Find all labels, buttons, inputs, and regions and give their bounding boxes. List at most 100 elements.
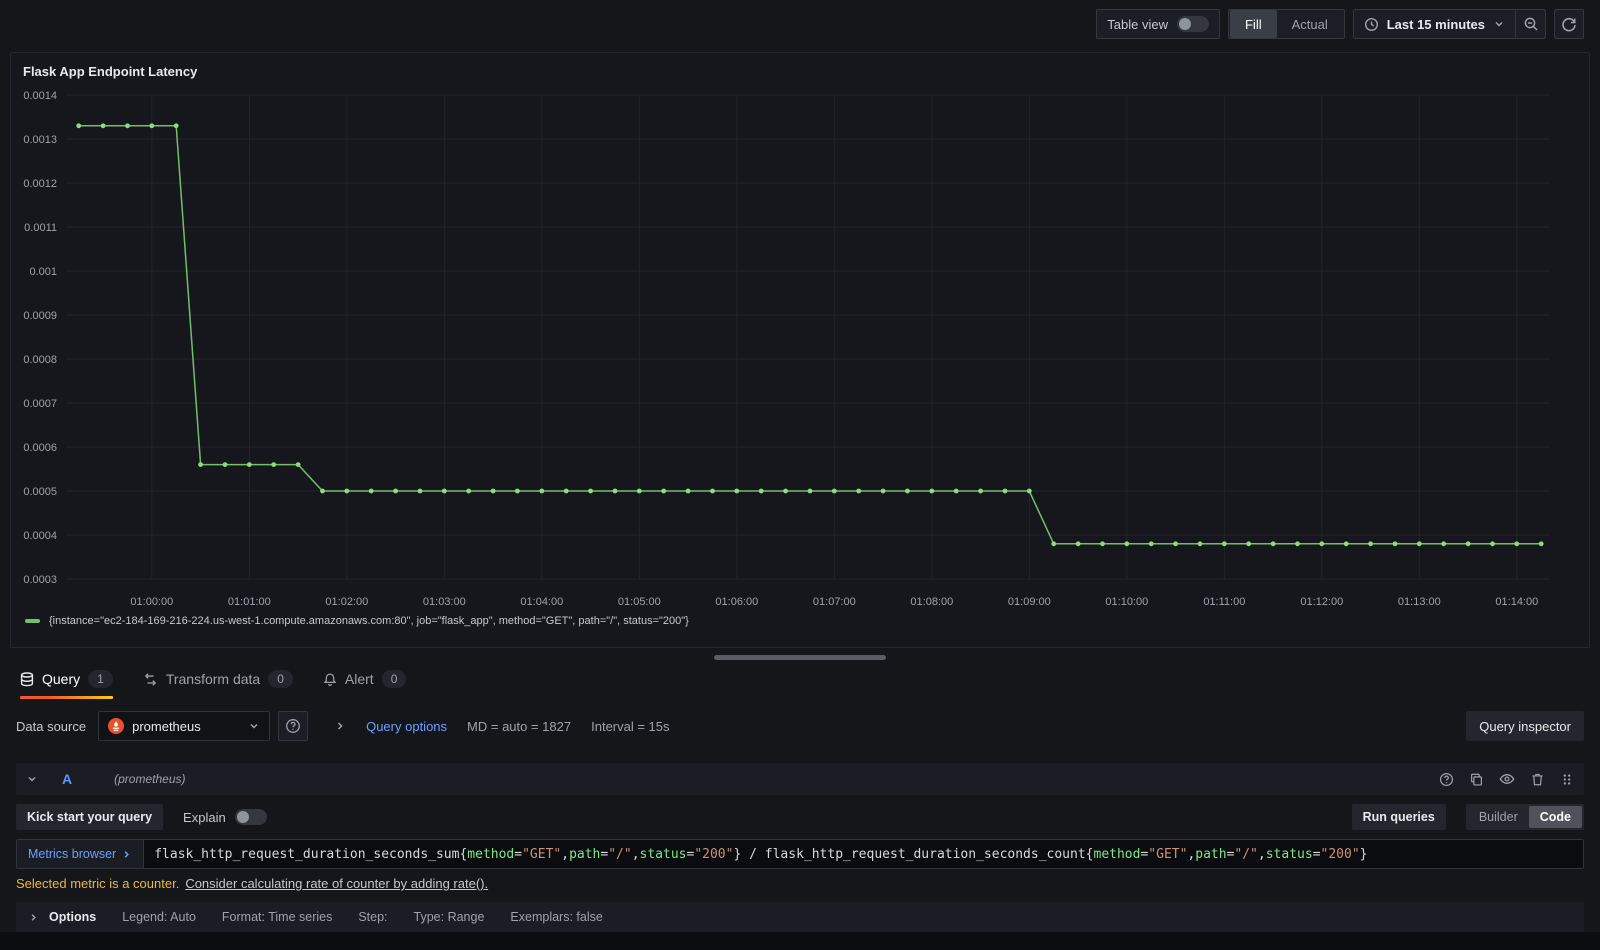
refresh-button[interactable] [1554,9,1584,39]
fill-actual-switcher: Fill Actual [1227,9,1345,39]
query-ref-id[interactable]: A [62,771,72,787]
svg-text:0.0012: 0.0012 [23,178,57,190]
query-options-md: MD = auto = 1827 [467,718,572,734]
svg-text:01:00:00: 01:00:00 [130,596,173,608]
svg-text:0.0009: 0.0009 [23,310,57,322]
option-legend: Legend: Auto [122,910,196,924]
query-row-actions [1439,771,1574,787]
options-expander[interactable]: Options [28,910,96,924]
tab-query[interactable]: Query 1 [20,670,113,699]
svg-text:0.0008: 0.0008 [23,354,57,366]
svg-text:0.0011: 0.0011 [24,222,57,234]
warning-text: Selected metric is a counter. [16,876,180,891]
time-range-label: Last 15 minutes [1386,16,1485,32]
hide-response-eye-icon[interactable] [1499,771,1515,787]
toggle-knob [1178,18,1191,30]
svg-text:01:04:00: 01:04:00 [520,596,563,608]
toggle-knob [236,811,249,823]
svg-text:01:08:00: 01:08:00 [910,596,953,608]
tab-transform-data[interactable]: Transform data 0 [143,670,293,699]
tab-transform-count: 0 [268,670,293,688]
builder-code-switcher: Builder Code [1465,804,1584,830]
svg-text:0.0004: 0.0004 [23,530,57,542]
search-minus-icon [1523,16,1539,32]
fill-button[interactable]: Fill [1229,10,1277,38]
svg-text:01:07:00: 01:07:00 [813,596,856,608]
svg-text:0.0005: 0.0005 [23,486,57,498]
latency-chart[interactable]: 01:00:00 01:01:00 01:02:00 01:03:00 01:04:00… [15,81,1585,619]
svg-text:01:03:00: 01:03:00 [423,596,466,608]
warning-rate-link[interactable]: Consider calculating rate of counter by … [185,876,488,891]
time-range-picker[interactable]: Last 15 minutes [1352,9,1516,39]
latency-panel: Flask App Endpoint Latency 01:00:00 01:01… [10,52,1590,648]
tab-alert[interactable]: Alert 0 [323,670,407,699]
query-toolbar: Kick start your query Explain Run querie… [16,804,1584,830]
prometheus-icon [108,718,125,734]
svg-text:0.0006: 0.0006 [23,442,57,454]
datasource-label: Data source [16,718,87,734]
actual-button[interactable]: Actual [1277,10,1343,38]
tab-query-count: 1 [88,670,113,688]
svg-text:0.0007: 0.0007 [23,398,57,410]
collapse-chevron-icon[interactable] [26,773,38,785]
code-button[interactable]: Code [1528,806,1582,828]
run-queries-button[interactable]: Run queries [1351,804,1446,830]
help-circle-icon [285,718,301,734]
query-options-link[interactable]: Query options [366,719,447,734]
drag-handle-icon[interactable] [1560,772,1574,787]
svg-text:01:11:00: 01:11:00 [1203,596,1245,608]
kick-start-query-button[interactable]: Kick start your query [16,804,164,830]
counter-warning: Selected metric is a counter. Consider c… [16,876,1584,891]
svg-text:01:09:00: 01:09:00 [1008,596,1051,608]
svg-text:01:12:00: 01:12:00 [1300,596,1343,608]
promql-editor-row: Metrics browser flask_http_request_durat… [16,839,1584,869]
query-inspector-button[interactable]: Query inspector [1466,711,1584,741]
metrics-browser-label: Metrics browser [28,847,117,861]
duplicate-query-icon[interactable] [1469,772,1484,787]
table-view-toggle[interactable] [1176,16,1209,32]
svg-text:0.0014: 0.0014 [23,90,57,102]
datasource-help-button[interactable] [278,711,309,741]
chevron-right-icon[interactable] [334,720,346,732]
metrics-browser-button[interactable]: Metrics browser [17,840,145,868]
remove-query-trash-icon[interactable] [1530,772,1545,787]
legend-swatch [25,619,40,623]
panel-editor-toolbar: Table view Fill Actual Last 15 minutes [0,0,1600,48]
query-options-group: Query options MD = auto = 1827 Interval … [334,718,670,734]
options-label: Options [49,910,97,924]
chevron-right-icon [121,849,132,860]
svg-text:01:02:00: 01:02:00 [325,596,368,608]
database-icon [20,671,34,687]
option-exemplars: Exemplars: false [510,910,603,924]
editor-tabs: Query 1 Transform data 0 Alert 0 [0,660,1600,699]
svg-text:01:01:00: 01:01:00 [228,596,271,608]
clock-icon [1364,17,1379,32]
svg-text:01:06:00: 01:06:00 [715,596,758,608]
zoom-out-button[interactable] [1516,9,1546,39]
bottom-strip [0,932,1600,950]
bell-icon [323,672,337,687]
panel-title: Flask App Endpoint Latency [23,64,198,79]
svg-text:01:10:00: 01:10:00 [1105,596,1148,608]
help-circle-icon[interactable] [1439,772,1454,787]
explain-toggle[interactable] [234,809,267,825]
tab-alert-label: Alert [344,671,374,687]
svg-text:0.0013: 0.0013 [23,134,57,146]
refresh-icon [1561,16,1577,32]
builder-button[interactable]: Builder [1468,806,1529,828]
query-datasource-hint: (prometheus) [114,772,186,786]
legend-series-label[interactable]: {instance="ec2-184-169-216-224.us-west-1… [49,615,689,627]
option-type: Type: Range [413,910,485,924]
query-row-header: A (prometheus) [16,763,1584,795]
table-view-label: Table view [1107,16,1168,32]
explain-control: Explain [183,809,267,825]
svg-text:01:13:00: 01:13:00 [1398,596,1441,608]
svg-text:0.001: 0.001 [29,266,57,278]
promql-query-input[interactable]: flask_http_request_duration_seconds_sum{… [144,840,1583,868]
query-options-summary-row: Options Legend: Auto Format: Time series… [16,902,1584,932]
datasource-name: prometheus [132,718,201,734]
chevron-right-icon [28,912,39,923]
transform-icon [143,672,158,687]
datasource-select[interactable]: prometheus [98,711,271,741]
chevron-down-icon [1493,18,1505,30]
